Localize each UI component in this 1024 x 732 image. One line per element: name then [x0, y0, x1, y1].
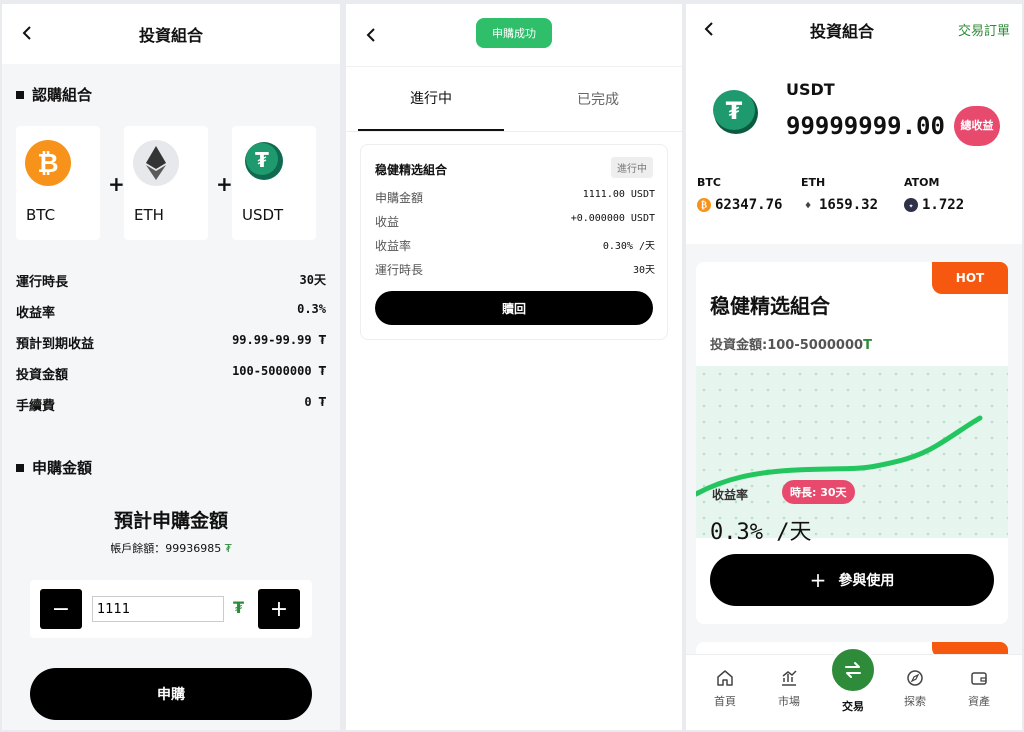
tether-currency-icon: ₮ [224, 542, 232, 555]
order-row: 運行時長 30天 [375, 263, 655, 277]
amount-stepper: − ₮ + [30, 580, 312, 638]
cosmos-icon: ✦ [904, 198, 918, 212]
yield-rate-label: 收益率 [712, 488, 749, 502]
coin-name: USDT [242, 206, 284, 224]
detail-row: 預計到期收益 99.99-99.99 ₮ [16, 333, 326, 352]
tab-in-progress[interactable]: 進行中 [358, 67, 504, 131]
detail-row: 運行時長 30天 [16, 273, 326, 290]
order-row: 收益率 0.30% /天 [375, 239, 655, 253]
compass-icon [907, 670, 923, 686]
increment-button[interactable]: + [258, 589, 300, 629]
page-title: 投資組合 [138, 26, 203, 45]
coin-card-usdt: ₮ USDT [232, 126, 316, 240]
coin-card-eth: ETH [124, 126, 208, 240]
header: 投資組合 [2, 4, 340, 64]
yield-chart: 收益率 時長: 30天 0.3% /天 [696, 366, 1008, 545]
tab-completed[interactable]: 已完成 [514, 67, 682, 131]
tether-icon: ₮ [713, 90, 758, 134]
orders-panel: 申購成功 進行中 已完成 稳健精选組合 進行中 申購金額 1111.00 USDT… [346, 4, 682, 730]
price-btc: BTC ₿ 62347.76 [697, 176, 783, 213]
wallet-icon [971, 672, 987, 685]
home-icon [717, 670, 733, 686]
redeem-button[interactable]: 贖回 [375, 291, 653, 325]
detail-row: 收益率 0.3% [16, 302, 326, 321]
yield-rate-value: 0.3% /天 [710, 520, 812, 545]
asset-header: 投資組合 交易訂單 ₮ USDT 99999999.00 總收益 BTC ₿ 6… [686, 4, 1022, 244]
nav-explore[interactable]: 探索 [890, 669, 940, 709]
ethereum-icon [133, 140, 179, 186]
status-badge: 進行中 [611, 157, 653, 178]
swap-icon [845, 662, 861, 678]
total-earnings-badge[interactable]: 總收益 [954, 106, 1000, 146]
svg-text:₮: ₮ [255, 148, 269, 172]
detail-row: 手續費 0 ₮ [16, 395, 326, 414]
duration-badge: 時長: 30天 [782, 480, 855, 504]
price-eth: ETH ♦ 1659.32 [801, 176, 879, 213]
chevron-left-icon [366, 28, 375, 42]
amount-input[interactable] [92, 596, 224, 622]
back-button[interactable] [360, 24, 382, 46]
ethereum-icon: ♦ [801, 198, 815, 212]
product-name: 稳健精选組合 [710, 294, 830, 318]
coin-name: BTC [26, 206, 56, 224]
amount-heading: 申購金額 [16, 457, 92, 478]
bitcoin-icon: ₿ [25, 140, 71, 186]
nav-trade-label[interactable]: 交易 [828, 698, 878, 714]
order-card: 稳健精选組合 進行中 申購金額 1111.00 USDT 收益 +0.000000 … [360, 144, 668, 340]
nav-trade-button[interactable] [829, 646, 877, 694]
join-button[interactable]: + 參與使用 [710, 554, 994, 606]
decrement-button[interactable]: − [40, 589, 82, 629]
estimate-title: 預計申購金額 [113, 510, 228, 532]
order-name: 稳健精选組合 [375, 163, 448, 177]
plus-sign: + [216, 172, 233, 196]
tether-currency-icon: ₮ [233, 598, 245, 617]
order-row: 申購金額 1111.00 USDT [375, 189, 655, 205]
product-card: HOT 稳健精选組合 投資金額:100-5000000T 收益率 時長: 30天… [696, 262, 1008, 624]
plus-sign: + [108, 172, 125, 196]
square-bullet-icon [16, 90, 24, 99]
subscribe-panel: 投資組合 認購組合 ₿ BTC + ETH + ₮ USDT 運行時長 30天 收… [2, 4, 340, 730]
trade-panel: 投資組合 交易訂單 ₮ USDT 99999999.00 總收益 BTC ₿ 6… [686, 4, 1022, 730]
success-toast: 申購成功 [476, 18, 552, 48]
yield-trend-line [696, 415, 983, 497]
coin-card-btc: ₿ BTC [16, 126, 100, 240]
bitcoin-icon: ₿ [697, 198, 711, 212]
portfolio-heading: 認購組合 [16, 84, 92, 105]
nav-assets[interactable]: 資產 [954, 669, 1004, 709]
svg-text:₿: ₿ [37, 149, 58, 179]
svg-text:₮: ₮ [726, 97, 743, 125]
coin-name: ETH [134, 206, 164, 224]
order-row: 收益 +0.000000 USDT [375, 213, 655, 229]
tether-icon: ₮ [245, 142, 283, 180]
price-atom: ATOM ✦ 1.722 [904, 176, 965, 213]
trade-orders-link[interactable]: 交易訂單 [958, 20, 1010, 39]
hot-badge: HOT [932, 262, 1008, 294]
plus-icon: + [809, 568, 827, 592]
nav-home[interactable]: 首頁 [700, 669, 750, 709]
square-bullet-icon [16, 463, 24, 472]
market-chart-icon [782, 670, 797, 686]
nav-market[interactable]: 市場 [764, 669, 814, 709]
subscribe-button[interactable]: 申購 [30, 668, 312, 720]
detail-row: 投資金額 100-5000000 ₮ [16, 364, 326, 383]
investment-range: 投資金額:100-5000000T [710, 338, 872, 353]
page-title: 投資組合 [809, 22, 874, 41]
account-balance: 帳戶餘額：99936985 ₮ [110, 542, 232, 555]
order-tabs: 進行中 已完成 [346, 66, 682, 132]
asset-symbol: USDT [786, 80, 835, 99]
asset-amount: 99999999.00 [786, 112, 945, 140]
